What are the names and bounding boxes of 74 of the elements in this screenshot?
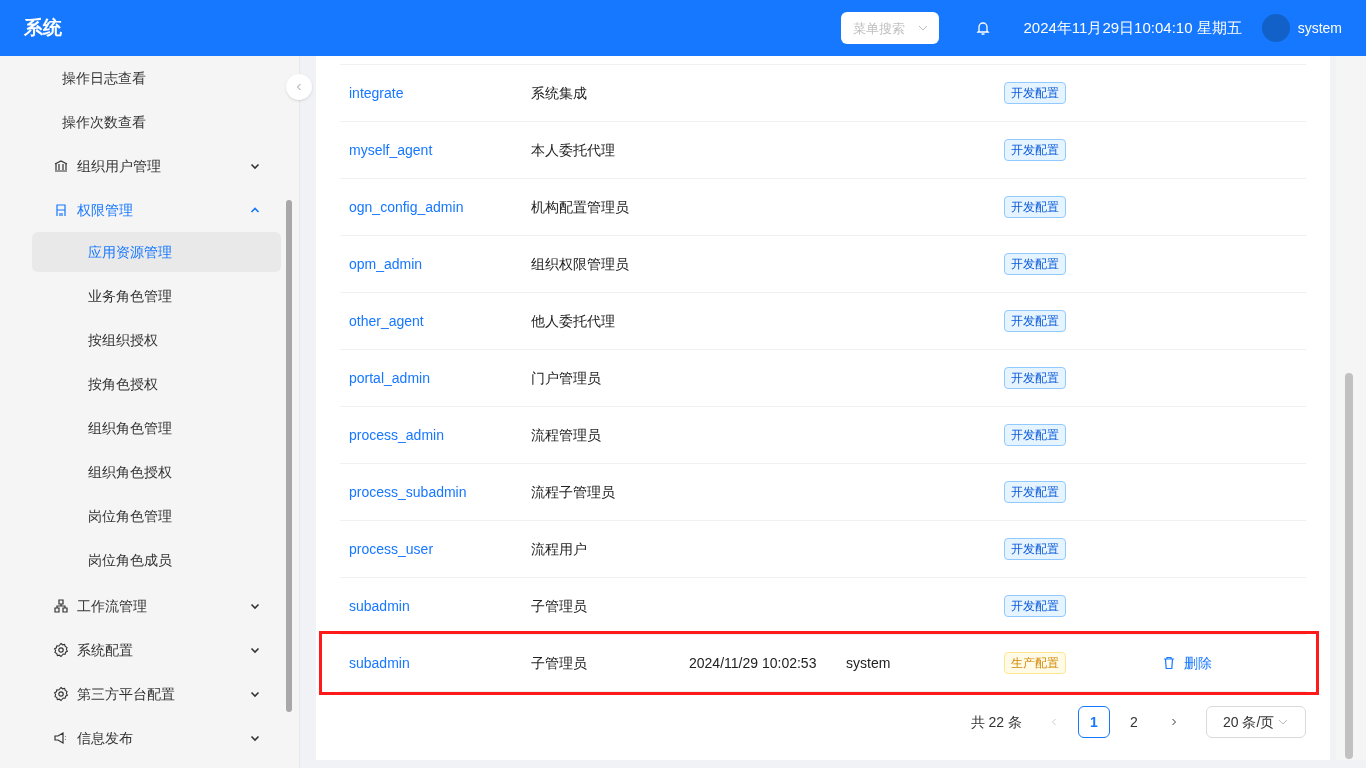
code-link[interactable]: subadmin	[340, 595, 531, 617]
delete-button[interactable]: 删除	[1162, 652, 1212, 674]
code-link[interactable]: subadmin	[340, 652, 531, 674]
config-tag: 开发配置	[1004, 367, 1066, 389]
datetime-text: 2024年11月29日10:04:10 星期五	[1023, 17, 1242, 38]
sidebar-item[interactable]: 操作次数查看	[0, 100, 281, 144]
table-cell-text: 本人委托代理	[531, 140, 616, 160]
sidebar-item[interactable]: 操作日志查看	[0, 56, 281, 100]
total-count: 共 22 条	[970, 712, 1022, 732]
table-cell: 2024/11/29 10:02:53	[689, 654, 817, 671]
chevron-right-icon	[1169, 717, 1179, 727]
table-cell-text: 门户管理员	[531, 368, 602, 388]
config-tag: 生产配置	[1004, 652, 1066, 674]
config-tag: 开发配置	[1004, 538, 1066, 560]
sidebar-subitem[interactable]: 组织角色管理	[32, 408, 281, 448]
chevron-left-icon	[294, 82, 304, 92]
app-title: 系统	[24, 15, 62, 40]
sidebar-subitem[interactable]: 组织角色授权	[32, 452, 281, 492]
code-link[interactable]: myself_agent	[340, 139, 531, 161]
code-link[interactable]: process_subadmin	[340, 481, 531, 503]
chevron-left-icon	[1049, 717, 1059, 727]
config-tag: 开发配置	[1004, 424, 1066, 446]
page-size-select[interactable]: 20 条/页	[1206, 706, 1306, 738]
sidebar-subitem[interactable]: 应用资源管理	[32, 232, 281, 272]
sidebar-item[interactable]: 工作流管理	[0, 584, 281, 628]
sidebar-subitem[interactable]: 业务角色管理	[32, 276, 281, 316]
config-tag: 开发配置	[1004, 253, 1066, 275]
config-tag: 开发配置	[1004, 139, 1066, 161]
code-link[interactable]: integrate	[340, 82, 531, 104]
scrollbar-thumb[interactable]	[286, 200, 292, 712]
sidebar-subitem[interactable]: 按角色授权	[32, 364, 281, 404]
sidebar-item[interactable]: 第三方平台配置	[0, 672, 281, 716]
table-cell-text: 流程管理员	[531, 425, 602, 445]
bell-icon[interactable]	[975, 20, 992, 36]
code-link[interactable]: other_agent	[340, 310, 531, 332]
table-cell-text: 他人委托代理	[531, 311, 616, 331]
code-link[interactable]: process_admin	[340, 424, 531, 446]
table-cell-text: 流程子管理员	[531, 482, 616, 502]
page-button[interactable]: 1	[1078, 706, 1110, 738]
code-link[interactable]: ogn_config_admin	[340, 196, 531, 218]
table-cell-text: 组织权限管理员	[531, 254, 630, 274]
config-tag: 开发配置	[1004, 82, 1066, 104]
bank-icon	[53, 158, 69, 174]
code-link[interactable]: process_user	[340, 538, 531, 560]
sidebar-subitem[interactable]: 岗位角色成员	[32, 540, 281, 580]
menu-search-field[interactable]: 菜单搜索	[841, 12, 940, 44]
page-button[interactable]: 2	[1118, 706, 1150, 738]
sidebar-item[interactable]: 信息发布	[0, 716, 281, 760]
table-cell-text: 子管理员	[531, 653, 588, 673]
code-link[interactable]: opm_admin	[340, 253, 531, 275]
code-link[interactable]: portal_admin	[340, 367, 531, 389]
sidebar-item[interactable]: 组织用户管理	[0, 144, 281, 188]
table-cell-text: 机构配置管理员	[531, 197, 630, 217]
hierarchy-icon	[53, 598, 69, 614]
table-cell-text: 流程用户	[531, 539, 588, 559]
avatar[interactable]	[1261, 14, 1290, 42]
sidebar-item[interactable]: 系统配置	[0, 628, 281, 672]
sidebar-subitem[interactable]: 按组织授权	[32, 320, 281, 360]
sidebar-subitem[interactable]: 岗位角色管理	[32, 496, 281, 536]
sidebar-item[interactable]: 权限管理	[0, 188, 281, 232]
scrollbar-thumb[interactable]	[1345, 373, 1353, 759]
config-tag: 开发配置	[1004, 196, 1066, 218]
table-cell-text: 系统集成	[531, 83, 588, 103]
speaker-icon	[53, 730, 69, 746]
collapse-button[interactable]	[286, 74, 312, 100]
trash-icon	[1162, 656, 1176, 670]
config-tag: 开发配置	[1004, 310, 1066, 332]
config-tag: 开发配置	[1004, 595, 1066, 617]
config-tag: 开发配置	[1004, 481, 1066, 503]
gear-icon	[53, 686, 69, 702]
table-cell-text: 子管理员	[531, 596, 588, 616]
table-cell: system	[846, 654, 891, 671]
user-name[interactable]: system	[1297, 17, 1342, 39]
gear-icon	[53, 642, 69, 658]
